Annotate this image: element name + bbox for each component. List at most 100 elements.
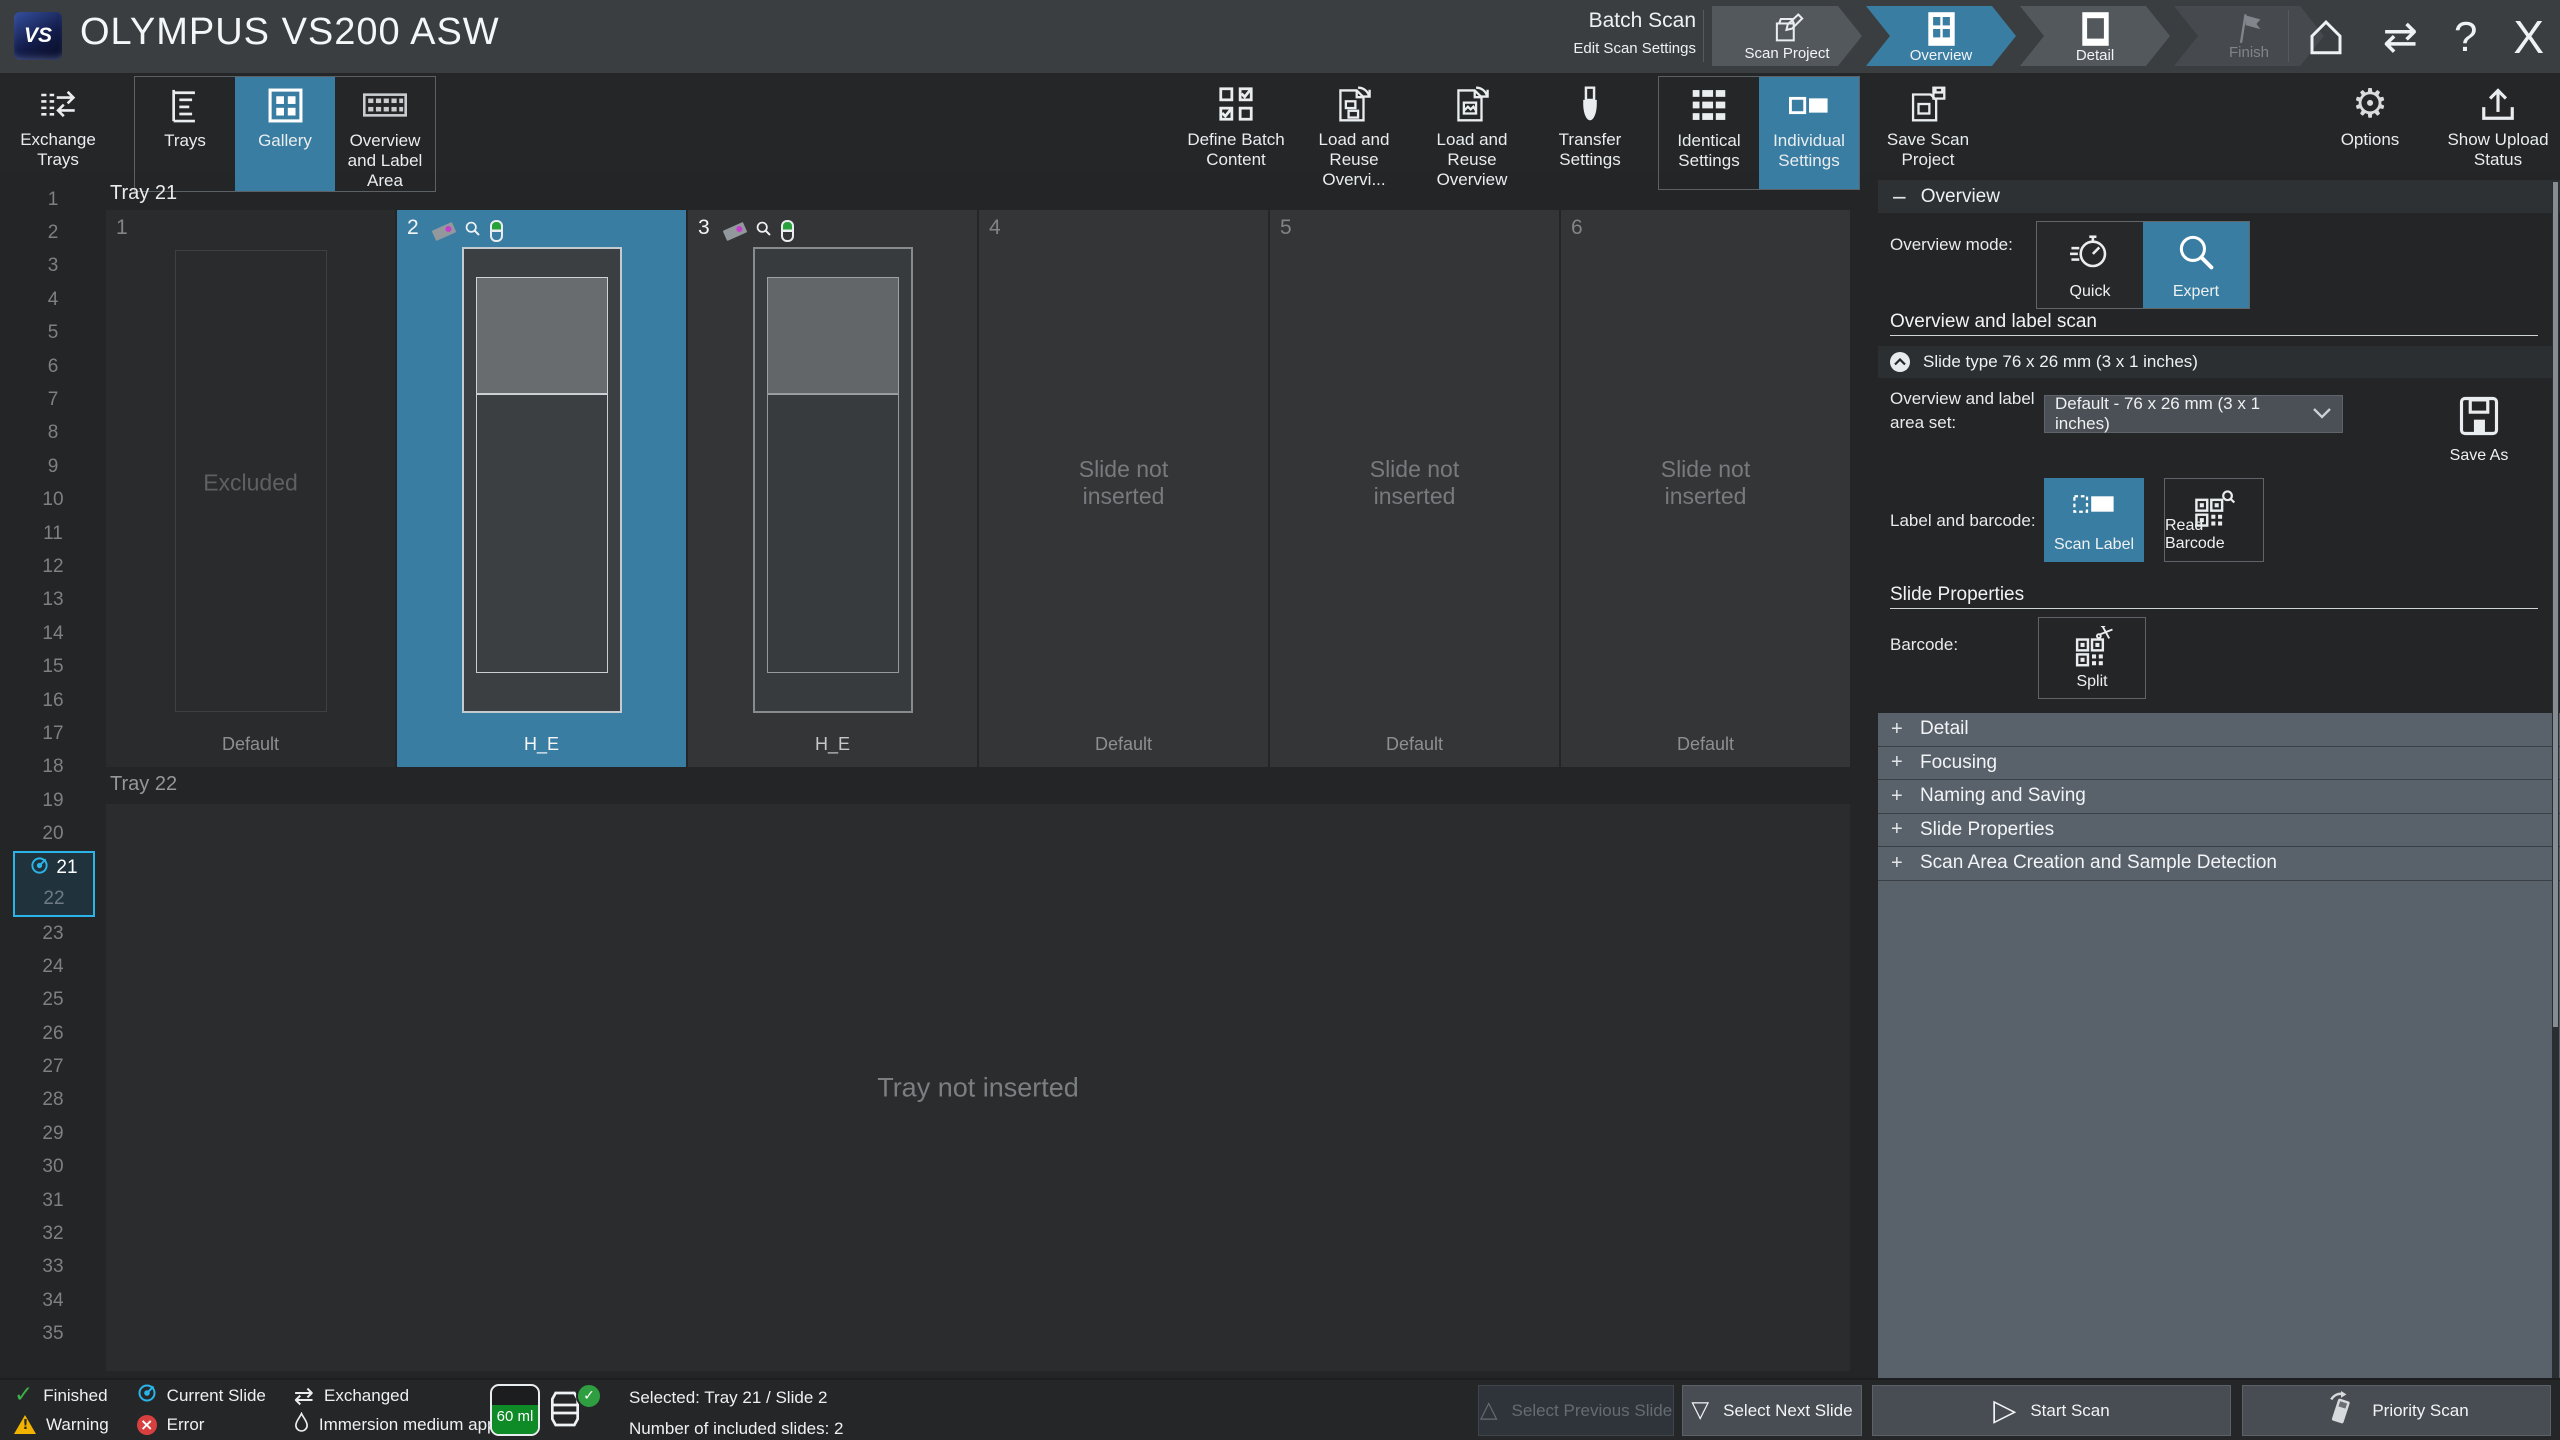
tray-list-item-9[interactable]: 9: [0, 450, 106, 483]
collapsed-section-scan-area-creation-and-sample-detection[interactable]: +Scan Area Creation and Sample Detection: [1878, 847, 2560, 881]
titlebar-divider: [2288, 10, 2289, 62]
slide-cell-2[interactable]: 2H_E: [397, 210, 688, 767]
area-set-dropdown[interactable]: Default - 76 x 26 mm (3 x 1 inches): [2044, 395, 2343, 433]
slide-properties-title: Slide Properties: [1890, 584, 2024, 606]
tray-list-item-17[interactable]: 17: [0, 717, 106, 750]
slide-cell-4[interactable]: 4Slide not insertedDefault: [979, 210, 1270, 767]
scan-project-icon: [1769, 11, 1805, 45]
options-button[interactable]: ⚙ Options: [2324, 76, 2416, 170]
collapsed-section-slide-properties[interactable]: +Slide Properties: [1878, 814, 2560, 848]
tray-list-item-22[interactable]: 22: [15, 884, 93, 915]
help-icon[interactable]: ?: [2454, 13, 2477, 61]
tray-list-item-34[interactable]: 34: [0, 1284, 106, 1317]
tray-list-item-29[interactable]: 29: [0, 1117, 106, 1150]
window-controls: ⇄ ? X: [2305, 0, 2544, 73]
save-as-button[interactable]: Save As: [2431, 395, 2527, 465]
tray-list-item-21[interactable]: 21: [15, 853, 93, 884]
tray-list-item-33[interactable]: 33: [0, 1251, 106, 1284]
tray-list-item-11[interactable]: 11: [0, 517, 106, 550]
collapsed-section-focusing[interactable]: +Focusing: [1878, 747, 2560, 781]
tray-list-item-32[interactable]: 32: [0, 1217, 106, 1250]
slide-label-area[interactable]: [476, 277, 608, 395]
tray-list-item-30[interactable]: 30: [0, 1151, 106, 1184]
slide-preview[interactable]: [462, 247, 622, 713]
workflow-step-scan-project[interactable]: Scan Project: [1712, 6, 1862, 66]
tray-list-item-24[interactable]: 24: [0, 950, 106, 983]
workflow-step-finish: Finish: [2174, 6, 2324, 66]
tray-list-item-35[interactable]: 35: [0, 1318, 106, 1351]
overview-section-header[interactable]: − Overview: [1878, 180, 2560, 213]
tray-number: 34: [42, 1290, 63, 1312]
tray-list-item-4[interactable]: 4: [0, 283, 106, 316]
tray-list-item-5[interactable]: 5: [0, 317, 106, 350]
legend-immersion: Immersion medium applied: [294, 1413, 523, 1437]
exchange-trays-icon: [37, 83, 79, 125]
slide-cell-6[interactable]: 6Slide not insertedDefault: [1561, 210, 1850, 767]
tray-list-item-1[interactable]: 1: [0, 183, 106, 216]
tray-list-item-12[interactable]: 12: [0, 550, 106, 583]
split-barcode-button[interactable]: Split: [2038, 617, 2146, 699]
tray-list-item-31[interactable]: 31: [0, 1184, 106, 1217]
home-icon[interactable]: [2305, 16, 2347, 58]
start-scan-button[interactable]: ▷ Start Scan: [1872, 1385, 2231, 1436]
tray-list-item-10[interactable]: 10: [0, 484, 106, 517]
priority-scan-button[interactable]: Priority Scan: [2242, 1385, 2551, 1436]
slide-cell-1[interactable]: 1ExcludedDefault: [106, 210, 397, 767]
tray-number: 16: [42, 690, 63, 712]
close-icon[interactable]: X: [2513, 10, 2544, 64]
slide-specimen-area[interactable]: [767, 393, 899, 673]
tray-list-item-25[interactable]: 25: [0, 984, 106, 1017]
tray-list-item-8[interactable]: 8: [0, 417, 106, 450]
tray-list-item-26[interactable]: 26: [0, 1017, 106, 1050]
switch-layout-icon[interactable]: ⇄: [2383, 16, 2418, 58]
tray-number: 1: [48, 189, 59, 211]
tray-list-item-23[interactable]: 23: [0, 917, 106, 950]
expert-mode-button[interactable]: Expert: [2143, 222, 2249, 308]
slide-number: 5: [1280, 216, 1292, 240]
options-label: Options: [2341, 130, 2400, 150]
workflow-step-overview[interactable]: Overview: [1866, 6, 2016, 66]
slide-specimen-area[interactable]: [476, 393, 608, 673]
tray-number: 20: [42, 823, 63, 845]
overview-mode-label: Overview mode:: [1890, 233, 2013, 257]
legend-exchanged: ⇄ Exchanged: [294, 1384, 523, 1408]
slide-type-expander[interactable]: Slide type 76 x 26 mm (3 x 1 inches): [1878, 346, 2552, 378]
tray-list-item-6[interactable]: 6: [0, 350, 106, 383]
tray-number: 31: [42, 1190, 63, 1212]
scan-label-button[interactable]: Scan Label: [2044, 478, 2144, 562]
tray-list-item-15[interactable]: 15: [0, 650, 106, 683]
slide-preview[interactable]: [753, 247, 913, 713]
slide-footer-label: Default: [1270, 734, 1559, 755]
tray-list-item-14[interactable]: 14: [0, 617, 106, 650]
tray-list-item-18[interactable]: 18: [0, 751, 106, 784]
save-scan-project-label: Save Scan Project: [1878, 130, 1978, 170]
read-barcode-button[interactable]: Read Barcode: [2164, 478, 2264, 562]
show-upload-status-button[interactable]: Show Upload Status: [2446, 76, 2550, 170]
slide-cell-5[interactable]: 5Slide not insertedDefault: [1270, 210, 1561, 767]
slide-label-area[interactable]: [767, 277, 899, 395]
tray-list-item-28[interactable]: 28: [0, 1084, 106, 1117]
select-previous-slide-button[interactable]: △ Select Previous Slide: [1478, 1385, 1674, 1436]
tray-list-item-2[interactable]: 2: [0, 216, 106, 249]
panel-scrollbar[interactable]: [2552, 180, 2559, 1380]
tray-list-item-7[interactable]: 7: [0, 383, 106, 416]
quick-mode-button[interactable]: Quick: [2037, 222, 2143, 308]
collapsed-section-detail[interactable]: +Detail: [1878, 713, 2560, 747]
brush-icon: [1573, 83, 1607, 125]
tray-list-item-19[interactable]: 19: [0, 784, 106, 817]
tray-list-item-13[interactable]: 13: [0, 584, 106, 617]
workflow-step-detail[interactable]: Detail: [2020, 6, 2170, 66]
olympus-vs200-asw-window: VS OLYMPUS VS200 ASW Batch Scan Edit Sca…: [0, 0, 2560, 1440]
tray-list-item-20[interactable]: 20: [0, 817, 106, 850]
scrollbar-thumb[interactable]: [2553, 182, 2558, 1027]
quick-mode-label: Quick: [2070, 283, 2111, 301]
tray-number: 21: [56, 857, 77, 879]
tray-number: 4: [48, 289, 59, 311]
slide-cell-3[interactable]: 3H_E: [688, 210, 979, 767]
collapsed-section-naming-and-saving[interactable]: +Naming and Saving: [1878, 780, 2560, 814]
tray-list-item-27[interactable]: 27: [0, 1050, 106, 1083]
tray-list-item-16[interactable]: 16: [0, 684, 106, 717]
tray-number: 26: [42, 1023, 63, 1045]
tray-list-item-3[interactable]: 3: [0, 250, 106, 283]
select-next-slide-button[interactable]: ▽ Select Next Slide: [1682, 1385, 1862, 1436]
